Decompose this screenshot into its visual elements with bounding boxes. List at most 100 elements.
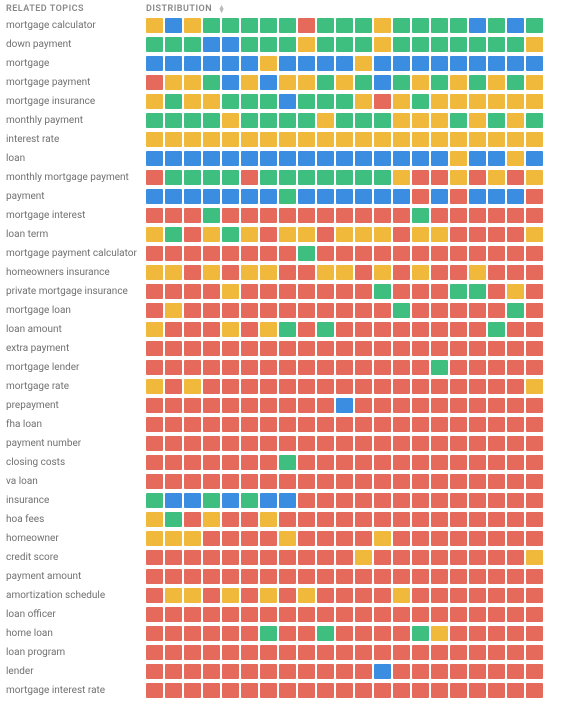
distribution-cell[interactable]: [488, 303, 505, 318]
distribution-cell[interactable]: [317, 56, 334, 71]
distribution-cell[interactable]: [469, 94, 486, 109]
topic-label[interactable]: interest rate: [0, 134, 146, 145]
distribution-cell[interactable]: [450, 37, 467, 52]
distribution-cell[interactable]: [431, 265, 448, 280]
distribution-cell[interactable]: [203, 341, 220, 356]
distribution-cell[interactable]: [222, 113, 239, 128]
distribution-cell[interactable]: [431, 322, 448, 337]
distribution-cell[interactable]: [393, 189, 410, 204]
distribution-cell[interactable]: [165, 379, 182, 394]
distribution-cell[interactable]: [203, 607, 220, 622]
distribution-cell[interactable]: [146, 683, 163, 698]
distribution-cell[interactable]: [241, 56, 258, 71]
distribution-cell[interactable]: [317, 436, 334, 451]
distribution-cell[interactable]: [298, 626, 315, 641]
distribution-cell[interactable]: [488, 569, 505, 584]
distribution-cell[interactable]: [241, 208, 258, 223]
distribution-cell[interactable]: [165, 512, 182, 527]
distribution-cell[interactable]: [241, 664, 258, 679]
distribution-cell[interactable]: [317, 94, 334, 109]
distribution-cell[interactable]: [450, 474, 467, 489]
distribution-cell[interactable]: [412, 75, 429, 90]
topic-label[interactable]: mortgage payment: [0, 77, 146, 88]
distribution-cell[interactable]: [222, 607, 239, 622]
distribution-cell[interactable]: [488, 75, 505, 90]
distribution-cell[interactable]: [450, 531, 467, 546]
distribution-cell[interactable]: [184, 303, 201, 318]
distribution-cell[interactable]: [279, 189, 296, 204]
distribution-cell[interactable]: [393, 208, 410, 223]
distribution-cell[interactable]: [298, 417, 315, 432]
distribution-cell[interactable]: [222, 493, 239, 508]
distribution-cell[interactable]: [526, 227, 543, 242]
topic-label[interactable]: mortgage loan: [0, 305, 146, 316]
distribution-cell[interactable]: [469, 37, 486, 52]
distribution-cell[interactable]: [317, 322, 334, 337]
distribution-cell[interactable]: [488, 512, 505, 527]
distribution-cell[interactable]: [469, 303, 486, 318]
distribution-cell[interactable]: [146, 493, 163, 508]
distribution-cell[interactable]: [298, 18, 315, 33]
distribution-cell[interactable]: [222, 322, 239, 337]
distribution-cell[interactable]: [222, 56, 239, 71]
distribution-cell[interactable]: [146, 531, 163, 546]
distribution-cell[interactable]: [526, 569, 543, 584]
distribution-cell[interactable]: [450, 683, 467, 698]
distribution-cell[interactable]: [260, 37, 277, 52]
distribution-cell[interactable]: [412, 436, 429, 451]
distribution-cell[interactable]: [260, 683, 277, 698]
topic-label[interactable]: mortgage interest: [0, 210, 146, 221]
distribution-cell[interactable]: [298, 170, 315, 185]
distribution-cell[interactable]: [203, 284, 220, 299]
distribution-cell[interactable]: [355, 645, 372, 660]
distribution-cell[interactable]: [412, 151, 429, 166]
distribution-cell[interactable]: [469, 113, 486, 128]
distribution-cell[interactable]: [412, 246, 429, 261]
distribution-cell[interactable]: [355, 569, 372, 584]
distribution-cell[interactable]: [279, 512, 296, 527]
distribution-cell[interactable]: [469, 246, 486, 261]
distribution-cell[interactable]: [146, 189, 163, 204]
distribution-cell[interactable]: [146, 113, 163, 128]
distribution-cell[interactable]: [203, 379, 220, 394]
distribution-cell[interactable]: [298, 341, 315, 356]
distribution-cell[interactable]: [469, 531, 486, 546]
distribution-cell[interactable]: [336, 379, 353, 394]
distribution-cell[interactable]: [203, 683, 220, 698]
distribution-cell[interactable]: [431, 113, 448, 128]
distribution-cell[interactable]: [355, 284, 372, 299]
distribution-cell[interactable]: [526, 398, 543, 413]
distribution-cell[interactable]: [184, 227, 201, 242]
distribution-cell[interactable]: [260, 455, 277, 470]
distribution-cell[interactable]: [431, 550, 448, 565]
distribution-cell[interactable]: [412, 569, 429, 584]
distribution-cell[interactable]: [222, 341, 239, 356]
distribution-cell[interactable]: [298, 189, 315, 204]
distribution-cell[interactable]: [298, 493, 315, 508]
distribution-cell[interactable]: [260, 588, 277, 603]
distribution-cell[interactable]: [526, 550, 543, 565]
distribution-cell[interactable]: [184, 664, 201, 679]
distribution-cell[interactable]: [241, 474, 258, 489]
distribution-cell[interactable]: [412, 208, 429, 223]
distribution-cell[interactable]: [279, 208, 296, 223]
distribution-cell[interactable]: [393, 246, 410, 261]
distribution-cell[interactable]: [507, 189, 524, 204]
topic-label[interactable]: lender: [0, 666, 146, 677]
distribution-cell[interactable]: [374, 284, 391, 299]
distribution-cell[interactable]: [374, 417, 391, 432]
distribution-cell[interactable]: [488, 626, 505, 641]
distribution-cell[interactable]: [146, 664, 163, 679]
distribution-cell[interactable]: [374, 531, 391, 546]
distribution-cell[interactable]: [279, 531, 296, 546]
distribution-cell[interactable]: [298, 246, 315, 261]
distribution-cell[interactable]: [450, 607, 467, 622]
distribution-cell[interactable]: [203, 132, 220, 147]
distribution-cell[interactable]: [393, 379, 410, 394]
distribution-cell[interactable]: [431, 417, 448, 432]
distribution-cell[interactable]: [146, 56, 163, 71]
distribution-cell[interactable]: [355, 303, 372, 318]
distribution-cell[interactable]: [374, 683, 391, 698]
distribution-cell[interactable]: [146, 75, 163, 90]
distribution-cell[interactable]: [279, 588, 296, 603]
